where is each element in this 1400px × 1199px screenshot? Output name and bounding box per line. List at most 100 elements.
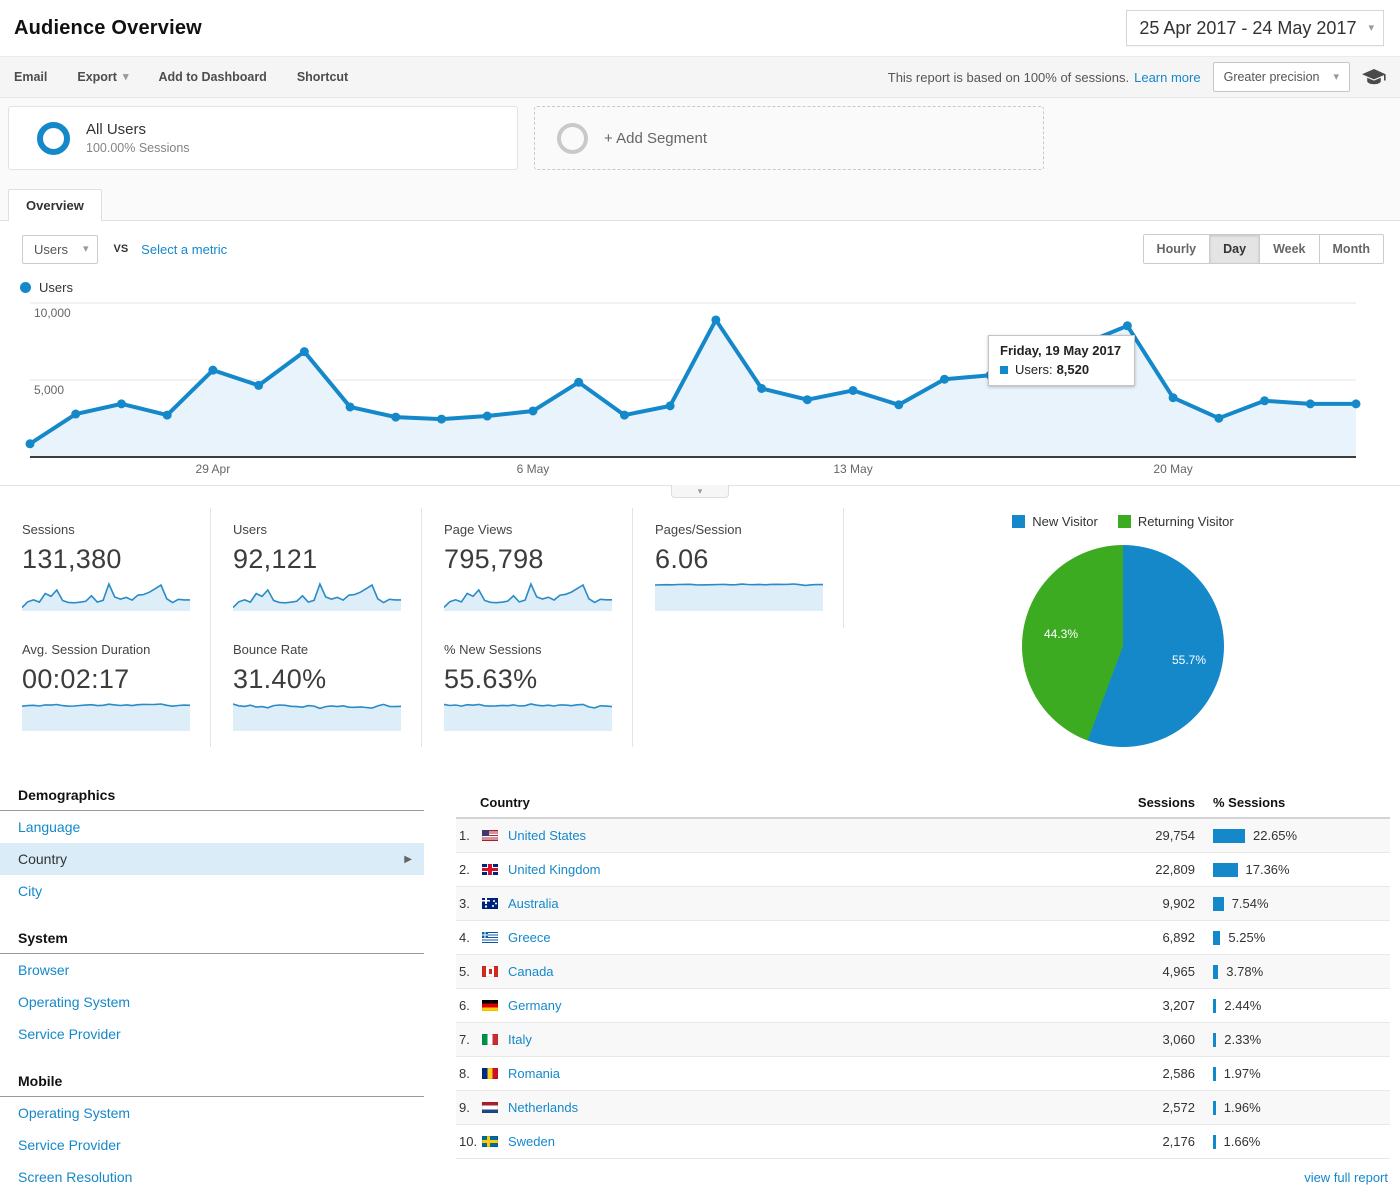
flag-netherlands-icon (482, 1102, 498, 1113)
metric-label: % New Sessions (444, 641, 542, 657)
chevron-down-icon: ▾ (82, 242, 89, 255)
country-link-sweden[interactable]: Sweden (508, 1134, 555, 1149)
svg-text:5,000: 5,000 (34, 383, 64, 397)
metric-sparkline (444, 581, 612, 611)
table-row-sweden: 10. Sweden 2,176 1.66% (456, 1125, 1390, 1159)
country-link-italy[interactable]: Italy (508, 1032, 532, 1047)
granularity-month-button[interactable]: Month (1318, 234, 1384, 264)
pct-sessions-bar (1213, 1066, 1216, 1081)
sidebar-item-mobile-operating-system[interactable]: Operating System (0, 1097, 424, 1129)
metric-value: 92,121 (233, 544, 318, 574)
learn-more-link[interactable]: Learn more (1134, 70, 1200, 85)
chevron-down-icon: ▾ (122, 70, 129, 83)
metric-sparkline (655, 583, 823, 611)
series-label: Users (39, 280, 73, 295)
country-link-greece[interactable]: Greece (508, 930, 551, 945)
email-button[interactable]: Email (14, 70, 47, 84)
sidebar-item-system-operating-system[interactable]: Operating System (0, 986, 424, 1018)
pct-sessions-value: 1.66% (1223, 1134, 1261, 1149)
shortcut-button[interactable]: Shortcut (297, 70, 348, 84)
sessions-value: 3,060 (1162, 1032, 1195, 1047)
precision-dropdown[interactable]: Greater precision ▾ (1212, 62, 1350, 92)
segment-title: All Users (86, 121, 147, 138)
sidebar-item-label: Browser (18, 962, 70, 978)
pct-sessions-bar (1213, 1134, 1216, 1149)
pie-legend-new-visitor[interactable]: New Visitor (1012, 514, 1098, 529)
metric-sparkline (444, 702, 612, 731)
flag-united-kingdom-icon (482, 864, 498, 875)
sidebar-item-system-browser[interactable]: Browser (0, 954, 424, 986)
legend-swatch-icon (1012, 515, 1026, 528)
chart-collapse-handle[interactable]: ▾ (671, 485, 729, 498)
chart-tooltip: Friday, 19 May 2017 Users: 8,520 (988, 335, 1136, 386)
flag-sweden-icon (482, 1136, 498, 1147)
metric-value: 00:02:17 (22, 663, 130, 694)
country-link-canada[interactable]: Canada (508, 964, 554, 979)
pct-sessions-value: 7.54% (1231, 896, 1269, 911)
chevron-down-icon: ▾ (1368, 21, 1374, 34)
graduation-cap-icon[interactable] (1362, 69, 1386, 85)
column-header-pct-sessions: % Sessions (1213, 794, 1286, 810)
sidebar-item-demographics-language[interactable]: Language (0, 811, 424, 843)
metric-value: 55.63% (444, 663, 538, 694)
sessions-value: 6,892 (1162, 930, 1195, 945)
visitors-pie-chart[interactable]: 55.7% 44.3% (1022, 545, 1224, 747)
metric-label: Users (233, 522, 267, 537)
metric-label: Avg. Session Duration (22, 641, 151, 657)
pct-sessions-bar (1213, 930, 1221, 945)
flag-germany-icon (482, 1000, 498, 1011)
svg-text:29 Apr: 29 Apr (196, 462, 231, 476)
pie-legend-returning-visitor[interactable]: Returning Visitor (1117, 514, 1234, 529)
metric-select-dropdown[interactable]: Users ▾ (22, 234, 99, 264)
export-button[interactable]: Export ▾ (77, 70, 128, 84)
all-users-segment[interactable]: All Users 100.00% Sessions (8, 106, 518, 170)
sidebar-item-demographics-country[interactable]: Country ▶ (0, 843, 424, 875)
table-row-canada: 5. Canada 4,965 3.78% (456, 955, 1390, 989)
country-link-united-kingdom[interactable]: United Kingdom (508, 862, 601, 877)
tooltip-date: Friday, 19 May 2017 (1000, 343, 1122, 358)
add-segment-button[interactable]: + Add Segment (534, 106, 1044, 170)
flag-greece-icon (482, 932, 498, 943)
granularity-hourly-button[interactable]: Hourly (1142, 234, 1211, 264)
granularity-day-button[interactable]: Day (1209, 234, 1261, 264)
sessions-value: 29,754 (1155, 828, 1195, 843)
granularity-week-button[interactable]: Week (1259, 234, 1320, 264)
row-rank: 5. (459, 964, 470, 979)
chevron-down-icon: ▾ (1333, 70, 1339, 83)
sessions-value: 9,902 (1162, 896, 1195, 911)
country-link-romania[interactable]: Romania (508, 1066, 560, 1081)
country-link-netherlands[interactable]: Netherlands (508, 1100, 578, 1115)
sidebar-item-mobile-screen-resolution[interactable]: Screen Resolution (0, 1161, 424, 1193)
row-rank: 7. (459, 1032, 470, 1047)
sidebar-item-label: City (18, 883, 43, 899)
pct-sessions-value: 2.44% (1224, 998, 1262, 1013)
country-link-australia[interactable]: Australia (508, 896, 559, 911)
tab-overview[interactable]: Overview (8, 189, 102, 221)
pct-sessions-value: 1.96% (1223, 1100, 1261, 1115)
users-line-chart[interactable]: 5,000 10,000 29 Apr 6 May 13 May 20 May Frida… (0, 299, 1400, 477)
country-link-germany[interactable]: Germany (508, 998, 561, 1013)
tab-bar: Overview (0, 180, 1400, 221)
date-range-label: 25 Apr 2017 - 24 May 2017 (1139, 17, 1357, 38)
visitor-type-panel: New Visitor Returning Visitor 55.7% 44.3% (846, 508, 1400, 747)
add-to-dashboard-button[interactable]: Add to Dashboard (158, 70, 266, 84)
pct-sessions-value: 22.65% (1253, 828, 1298, 843)
legend-label: New Visitor (1032, 514, 1098, 529)
segment-donut-icon (37, 121, 70, 155)
overview-body: Sessions 131,380 Users 92,121 Page Views 795,… (0, 498, 1400, 747)
view-full-report-link[interactable]: view full report (1304, 1170, 1388, 1185)
page-title: Audience Overview (14, 16, 202, 39)
row-rank: 6. (459, 998, 470, 1013)
chart-series-legend: Users (20, 280, 1400, 295)
country-link-united-states[interactable]: United States (508, 828, 586, 843)
sidebar-item-demographics-city[interactable]: City (0, 875, 424, 907)
sidebar-item-system-service-provider[interactable]: Service Provider (0, 1018, 424, 1050)
select-metric-link[interactable]: Select a metric (141, 242, 227, 257)
sidebar-item-mobile-service-provider[interactable]: Service Provider (0, 1129, 424, 1161)
country-table-column: Country Sessions % Sessions 1. United Sta… (456, 787, 1390, 1199)
date-range-selector[interactable]: 25 Apr 2017 - 24 May 2017 ▾ (1126, 10, 1384, 46)
metric-sparkline (233, 581, 401, 611)
sidebar-heading-mobile: Mobile (0, 1073, 424, 1097)
row-rank: 8. (459, 1066, 470, 1081)
pct-sessions-bar (1213, 862, 1238, 877)
